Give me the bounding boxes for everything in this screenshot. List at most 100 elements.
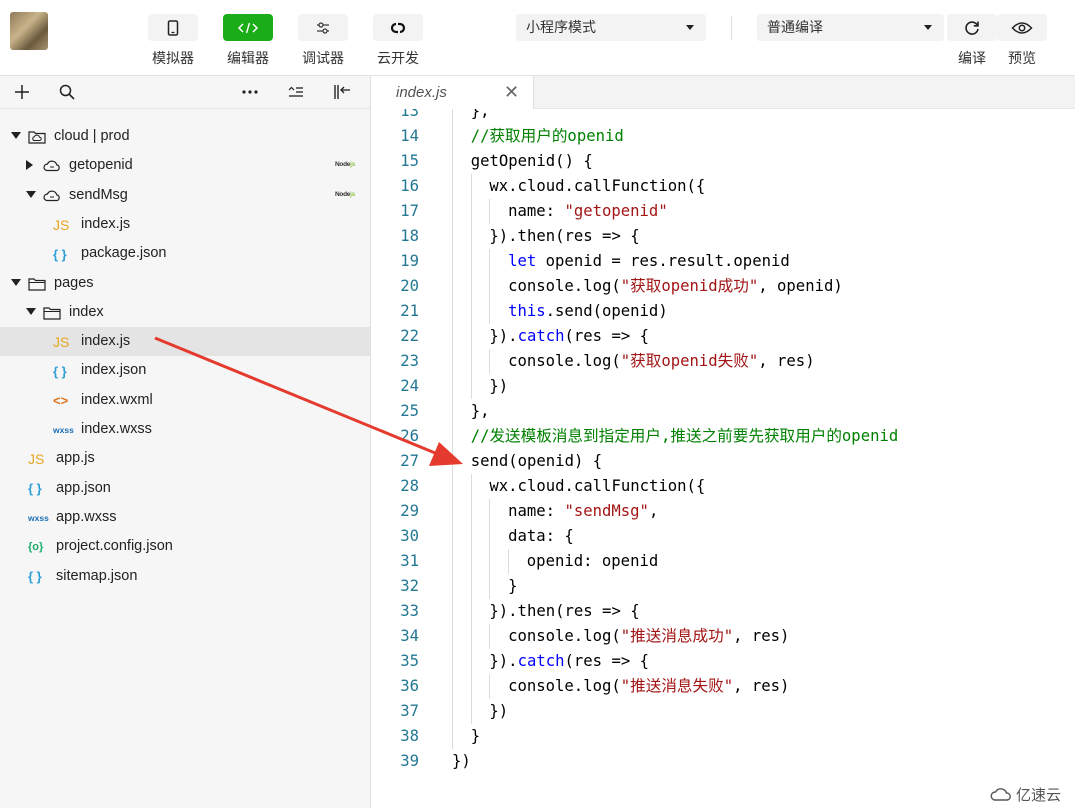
line-number: 14	[400, 127, 419, 145]
cloud-function-icon	[43, 157, 61, 175]
js-file-icon: JS	[28, 451, 45, 468]
toggle-sidebar-icon[interactable]	[331, 82, 353, 102]
tree-item-index-js[interactable]: JS index.js	[0, 327, 370, 357]
simulator-tool[interactable]: 模拟器	[148, 14, 198, 68]
refresh-icon[interactable]	[947, 14, 997, 41]
tree-item-label: app.wxss	[56, 508, 117, 525]
tree-item-label: pages	[54, 274, 94, 291]
tree-item-index-js[interactable]: JS index.js	[0, 210, 370, 239]
tree-item-app-json[interactable]: { } app.json	[0, 474, 370, 503]
chevron-down-icon[interactable]	[11, 132, 21, 139]
debugger-tool[interactable]: 调试器	[298, 14, 348, 68]
compile-mode-select[interactable]: 普通编译	[757, 14, 944, 41]
tree-item-index-json[interactable]: { } index.json	[0, 356, 370, 385]
mode-select[interactable]: 小程序模式	[516, 14, 706, 41]
line-number: 35	[400, 652, 419, 670]
tree-item-label: project.config.json	[56, 538, 173, 555]
preview-tool[interactable]: 预览	[997, 14, 1047, 68]
tree-item-pages[interactable]: pages	[0, 269, 370, 298]
cloud-folder-icon	[28, 128, 46, 146]
tree-item-project-config-json[interactable]: {o} project.config.json	[0, 532, 370, 561]
json-file-icon: { }	[28, 481, 42, 497]
sliders-icon[interactable]	[298, 14, 348, 41]
compile-tool[interactable]: 编译	[947, 14, 997, 68]
json-file-icon: { }	[28, 569, 42, 584]
cloud-dev-label: 云开发	[377, 50, 419, 66]
line-number: 24	[400, 377, 419, 395]
compile-mode-value: 普通编译	[767, 19, 823, 35]
chevron-down-icon[interactable]	[26, 190, 36, 198]
line-number: 22	[400, 327, 419, 345]
code-text: }).catch(res => {	[489, 327, 650, 345]
chevron-right-icon[interactable]	[26, 160, 33, 171]
tree-item-index-wxss[interactable]: wxss index.wxss	[0, 415, 370, 444]
code-line-21: 21 this.send(openid)	[371, 299, 1075, 324]
tree-item-label: package.json	[81, 245, 167, 262]
search-icon[interactable]	[56, 82, 78, 102]
tree-item-index-wxml[interactable]: <> index.wxml	[0, 386, 370, 415]
close-icon[interactable]: ✕	[504, 82, 519, 103]
chevron-down-icon[interactable]	[11, 278, 21, 286]
tree-item-index[interactable]: index	[0, 298, 370, 327]
line-number: 25	[400, 402, 419, 420]
tree-item-getopenid[interactable]: getopenid Nodejs	[0, 151, 370, 180]
nodejs-badge: Nodejs	[335, 190, 355, 198]
more-icon[interactable]	[239, 82, 261, 102]
chevron-down-icon[interactable]	[26, 307, 36, 315]
code-text: }	[470, 727, 481, 745]
line-number: 20	[400, 277, 419, 295]
code-icon[interactable]	[223, 14, 273, 41]
tree-item-sitemap-json[interactable]: { } sitemap.json	[0, 562, 370, 591]
chevron-down-icon	[686, 25, 694, 30]
file-explorer: cloud | prod getopenid Nodejs sendMsg Nodejs…	[0, 76, 371, 808]
tree-item-label: index.wxml	[81, 391, 153, 408]
tree-item-label: index.wxss	[81, 421, 152, 437]
explorer-toolbar	[0, 76, 370, 109]
line-number: 21	[400, 302, 419, 320]
tree-item-sendmsg[interactable]: sendMsg Nodejs	[0, 181, 370, 210]
line-number: 13	[400, 109, 419, 120]
phone-icon[interactable]	[148, 14, 198, 41]
avatar[interactable]	[10, 12, 48, 50]
tree-item-label: index	[69, 303, 104, 320]
debugger-label: 调试器	[302, 50, 344, 66]
code-line-18: 18}).then(res => {	[371, 224, 1075, 249]
wxml-file-icon: <>	[53, 393, 69, 409]
cloud-function-icon	[43, 187, 61, 205]
tree-item-label: index.js	[81, 215, 131, 232]
line-number: 30	[400, 527, 419, 545]
cloud-link-icon[interactable]	[373, 14, 423, 41]
code-text: },	[470, 109, 490, 120]
line-number: 16	[400, 177, 419, 195]
code-text: name: "getopenid"	[508, 202, 668, 220]
tab-index-js[interactable]: index.js ✕	[371, 76, 534, 109]
js-file-icon: JS	[53, 334, 70, 351]
code-text: openid: openid	[526, 552, 659, 570]
code-text: data: {	[508, 527, 574, 545]
line-number: 19	[400, 252, 419, 270]
code-text: console.log("获取openid失败", res)	[508, 352, 815, 370]
collapse-all-icon[interactable]	[285, 82, 307, 102]
code-line-39: 39})	[371, 749, 1075, 774]
cloud-dev-tool[interactable]: 云开发	[373, 14, 423, 68]
code-text: this.send(openid)	[508, 302, 668, 320]
tree-item-package-json[interactable]: { } package.json	[0, 239, 370, 268]
tree-item-app-wxss[interactable]: wxss app.wxss	[0, 503, 370, 532]
add-icon[interactable]	[11, 82, 33, 102]
line-number: 17	[400, 202, 419, 220]
code-text: console.log("推送消息成功", res)	[508, 627, 790, 645]
code-line-22: 22 }).catch(res => {	[371, 324, 1075, 349]
wxss-file-icon: wxss	[53, 425, 74, 435]
code-editor[interactable]: 13}, 14 //获取用户的openid 15 getOpenid() {16 wx.c…	[371, 109, 1075, 808]
toolbar-divider	[731, 16, 732, 40]
folder-icon	[43, 304, 61, 322]
editor-tool[interactable]: 编辑器	[223, 14, 273, 68]
eye-icon[interactable]	[997, 14, 1047, 41]
code-line-19: 19 let openid = res.result.openid	[371, 249, 1075, 274]
code-text: let openid = res.result.openid	[508, 252, 790, 270]
code-text: send(openid) {	[470, 452, 603, 470]
tree-item-label: getopenid	[69, 157, 133, 174]
tree-item-cloud-prod[interactable]: cloud | prod	[0, 122, 370, 151]
tree-item-app-js[interactable]: JS app.js	[0, 444, 370, 473]
line-number: 32	[400, 577, 419, 595]
